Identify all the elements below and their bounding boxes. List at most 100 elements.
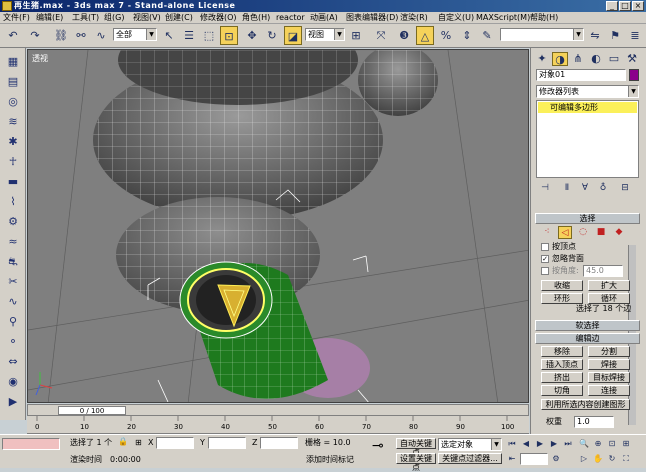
menu-views[interactable]: 视图(V) xyxy=(133,12,161,24)
key-icon[interactable]: ⊸ xyxy=(372,439,384,453)
plane-icon[interactable]: ▬ xyxy=(4,174,22,190)
menu-animation[interactable]: 动画(A) xyxy=(310,12,338,24)
viewport-label[interactable]: 透视 xyxy=(32,53,48,64)
zoom-extents-all-icon[interactable]: ⊞ xyxy=(620,438,632,449)
z-coordinate-field[interactable] xyxy=(260,437,298,449)
window-crossing-icon[interactable]: ⊡ xyxy=(220,26,238,45)
by-angle-checkbox[interactable] xyxy=(541,267,549,275)
mirror-icon[interactable]: ⇋ xyxy=(586,26,604,45)
set-key-button[interactable]: 设置关键点 xyxy=(396,453,436,472)
align-icon[interactable]: ⚑ xyxy=(606,26,624,45)
car-wheel-icon[interactable]: ◉ xyxy=(4,374,22,390)
rect-selection-icon[interactable]: ⬚ xyxy=(200,26,218,45)
create-tab-icon[interactable]: ✦ xyxy=(534,52,550,66)
select-object-icon[interactable]: ↖ xyxy=(160,26,178,45)
edit-named-sel-icon[interactable]: ✎ xyxy=(478,26,496,45)
go-to-end-icon[interactable]: ⏭ xyxy=(562,438,574,449)
modifier-stack[interactable]: 可编辑多边形 xyxy=(536,100,639,178)
named-selection-dropdown[interactable]: ▼ xyxy=(500,28,584,41)
select-manipulate-icon[interactable]: ⤧ xyxy=(372,26,390,45)
by-vertex-checkbox[interactable] xyxy=(541,243,549,251)
maximize-viewport-icon[interactable]: ⛶ xyxy=(620,453,632,464)
motion-tab-icon[interactable]: ◐ xyxy=(588,52,604,66)
modifier-list-dropdown[interactable]: 修改器列表 ▼ xyxy=(536,85,639,98)
menu-group[interactable]: 组(G) xyxy=(104,12,124,24)
close-button[interactable]: × xyxy=(632,1,644,11)
time-slider[interactable]: 0 / 100 xyxy=(58,406,126,415)
rigid-body-collection-icon[interactable]: ▦ xyxy=(4,54,22,70)
utilities-tab-icon[interactable]: ⚒ xyxy=(624,52,640,66)
display-tab-icon[interactable]: ▭ xyxy=(606,52,622,66)
fracture-icon[interactable]: ✂ xyxy=(4,274,22,290)
spring-icon[interactable]: ⌇ xyxy=(4,194,22,210)
create-shape-button[interactable]: 利用所选内容创建图形 xyxy=(541,399,630,410)
pan-icon[interactable]: ✋ xyxy=(592,453,604,464)
vertex-mode-icon[interactable]: ⁖ xyxy=(540,226,554,239)
menu-modifiers[interactable]: 修改器(O) xyxy=(200,12,237,24)
loop-button[interactable]: 循环 xyxy=(588,293,630,304)
configure-sets-icon[interactable]: ⊟ xyxy=(618,182,632,195)
menu-help[interactable]: 帮助(H) xyxy=(530,12,558,24)
bridge-button[interactable]: 连接 xyxy=(588,385,630,396)
hinge-icon[interactable]: ⚲ xyxy=(4,314,22,330)
hierarchy-tab-icon[interactable]: ⋔ xyxy=(570,52,586,66)
weld-button[interactable]: 焊接 xyxy=(588,359,630,370)
point-point-icon[interactable]: ⚬ xyxy=(4,334,22,350)
make-unique-icon[interactable]: ∀ xyxy=(578,182,592,195)
extrude-button[interactable]: 挤出 xyxy=(541,372,583,383)
insert-vertex-button[interactable]: 插入顶点 xyxy=(541,359,583,370)
add-time-tag[interactable]: 添加时间标记 xyxy=(306,455,354,465)
lock-selection-icon[interactable]: 🔒 xyxy=(118,437,128,447)
current-frame-field[interactable] xyxy=(520,453,548,465)
stack-item-editable-poly[interactable]: 可编辑多边形 xyxy=(538,102,637,113)
selection-rollout-header[interactable]: 选择 xyxy=(535,213,640,224)
menu-reactor[interactable]: reactor xyxy=(276,12,305,24)
key-filters-button[interactable]: 关键点过滤器... xyxy=(438,453,502,464)
remove-modifier-icon[interactable]: ♁ xyxy=(596,182,610,195)
reference-coord-dropdown[interactable]: 视图 ▼ xyxy=(305,28,345,41)
play-icon[interactable]: ▶ xyxy=(534,438,546,449)
pivot-center-icon[interactable]: ⊞ xyxy=(347,26,365,45)
menu-maxscript[interactable]: MAXScript(M) xyxy=(476,12,530,24)
zoom-extents-icon[interactable]: ⊡ xyxy=(606,438,618,449)
percent-snap-icon[interactable]: % xyxy=(437,26,455,45)
menu-character[interactable]: 角色(H) xyxy=(242,12,270,24)
unlink-icon[interactable]: ⚯ xyxy=(72,26,90,45)
prismatic-icon[interactable]: ⇔ xyxy=(4,354,22,370)
spinner-snap-icon[interactable]: ⇕ xyxy=(458,26,476,45)
undo-icon[interactable]: ↶ xyxy=(4,26,22,45)
object-color-swatch[interactable] xyxy=(629,69,639,81)
menu-file[interactable]: 文件(F) xyxy=(3,12,30,24)
remove-button[interactable]: 移除 xyxy=(541,346,583,357)
menu-edit[interactable]: 编辑(E) xyxy=(36,12,63,24)
weight-spinner[interactable]: 1.0 xyxy=(574,416,614,428)
zoom-icon[interactable]: 🔍 xyxy=(578,438,590,449)
y-coordinate-field[interactable] xyxy=(208,437,246,449)
zoom-all-icon[interactable]: ⊕ xyxy=(592,438,604,449)
element-mode-icon[interactable]: ◆ xyxy=(612,226,626,239)
edit-edges-rollout-header[interactable]: 编辑边 xyxy=(535,333,640,344)
auto-key-button[interactable]: 自动关键点 xyxy=(396,438,436,457)
selection-filter-dropdown[interactable]: 全部 ▼ xyxy=(113,28,157,41)
key-mode-toggle-icon[interactable]: ⇤ xyxy=(506,453,518,464)
object-name-field[interactable]: 对象01 xyxy=(536,69,626,81)
menu-rendering[interactable]: 渲染(R) xyxy=(400,12,428,24)
edge-mode-icon[interactable]: ◁ xyxy=(558,226,572,239)
border-mode-icon[interactable]: ◌ xyxy=(576,226,590,239)
rotate-icon[interactable]: ↻ xyxy=(263,26,281,45)
perspective-viewport[interactable]: 透视 xyxy=(27,49,529,403)
redo-icon[interactable]: ↷ xyxy=(26,26,44,45)
move-icon[interactable]: ✥ xyxy=(243,26,261,45)
constraint-solver-icon[interactable]: ✱ xyxy=(4,134,22,150)
soft-selection-rollout-header[interactable]: 软选择 xyxy=(535,320,640,331)
previous-frame-icon[interactable]: ◀ xyxy=(520,438,532,449)
pin-stack-icon[interactable]: ⊣ xyxy=(538,182,552,195)
motor-icon[interactable]: ⚙ xyxy=(4,214,22,230)
menu-tools[interactable]: 工具(T) xyxy=(72,12,99,24)
next-frame-icon[interactable]: ▶ xyxy=(548,438,560,449)
ragdoll-icon[interactable]: ☥ xyxy=(4,154,22,170)
field-of-view-icon[interactable]: ▷ xyxy=(578,453,590,464)
water-icon[interactable]: ∿ xyxy=(4,294,22,310)
maxscript-mini-listener[interactable] xyxy=(2,438,60,450)
bind-space-warp-icon[interactable]: ∿ xyxy=(92,26,110,45)
